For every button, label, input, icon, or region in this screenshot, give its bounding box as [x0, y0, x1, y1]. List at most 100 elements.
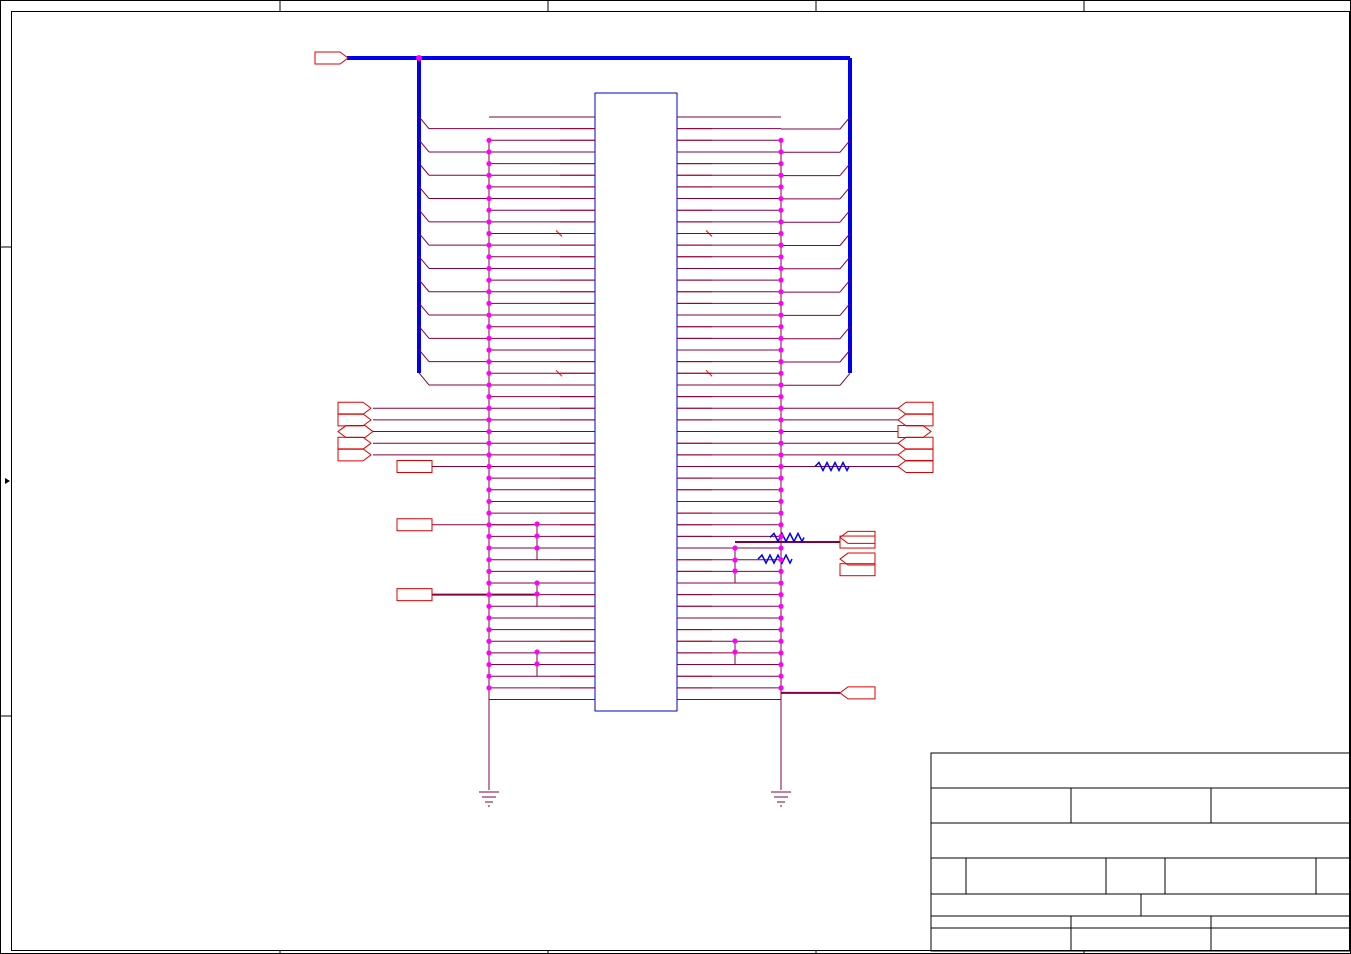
- junction-left: [486, 627, 492, 633]
- junction-right: [778, 347, 784, 353]
- left-input-port: [337, 401, 372, 415]
- resistor-r3: [757, 553, 793, 565]
- junction-right: [778, 394, 784, 400]
- bus-input-port: [314, 51, 349, 65]
- junction-left: [486, 277, 492, 283]
- junction-left: [486, 335, 492, 341]
- junction-left: [486, 661, 492, 668]
- junction-right: [778, 184, 784, 190]
- junction-strap: [534, 545, 540, 551]
- left-bidir-port: [337, 425, 374, 439]
- junction-left: [486, 324, 492, 330]
- junction-right: [778, 137, 784, 143]
- junction-left: [486, 522, 492, 528]
- junction-right: [778, 440, 784, 446]
- junction-left: [486, 230, 492, 237]
- junction-left: [486, 428, 492, 435]
- schematic-canvas: [0, 0, 1351, 954]
- ground-symbols: [479, 791, 791, 807]
- outer-border: [0, 0, 1351, 954]
- junction-right: [778, 289, 784, 295]
- left-box-port: [396, 518, 433, 532]
- junction-right: [778, 603, 784, 609]
- junction-left: [486, 382, 492, 388]
- junction-left: [486, 498, 492, 505]
- junction-left: [486, 685, 492, 691]
- junction-left: [486, 557, 492, 563]
- junction-right: [778, 522, 784, 528]
- junction-left: [486, 370, 492, 376]
- junction-strap: [732, 568, 738, 574]
- right-input-port: [839, 530, 876, 544]
- connector-body: [594, 92, 678, 712]
- junction-right: [778, 661, 784, 668]
- right-input-port: [839, 686, 876, 700]
- junction-right: [778, 254, 784, 260]
- bus-entry-left: [418, 372, 430, 386]
- junction-left: [486, 265, 492, 272]
- junction-right: [778, 161, 784, 167]
- junction-left: [486, 137, 492, 143]
- left-box-port: [396, 588, 433, 602]
- bus-junction: [416, 55, 422, 61]
- junction-strap: [534, 649, 540, 655]
- junction-left: [486, 603, 492, 609]
- junction-right: [778, 533, 784, 540]
- bus-entry-right: [839, 372, 851, 386]
- net-wires: [373, 116, 898, 790]
- junction-left: [486, 463, 492, 470]
- junction-right: [778, 498, 784, 505]
- junction-left: [486, 172, 492, 178]
- junction-right: [778, 149, 784, 155]
- junction-strap: [534, 591, 540, 597]
- junction-left: [486, 452, 492, 458]
- junction-strap: [534, 661, 540, 667]
- title-block-frame: [930, 752, 1351, 952]
- junction-left: [486, 394, 492, 400]
- junction-right: [778, 650, 784, 656]
- right-output-port: [897, 425, 932, 439]
- junction-strap: [534, 521, 540, 527]
- left-input-port: [337, 436, 372, 450]
- junction-left: [486, 510, 492, 516]
- junction-left: [486, 161, 492, 167]
- junction-left: [486, 149, 492, 155]
- junction-right: [778, 615, 784, 621]
- junction-right: [778, 265, 784, 272]
- junction-right: [778, 545, 784, 551]
- junction-left: [486, 359, 492, 365]
- junction-right: [778, 172, 784, 178]
- junction-left: [486, 475, 492, 481]
- junction-strap: [732, 649, 738, 655]
- junction-left: [486, 289, 492, 295]
- junction-left: [486, 440, 492, 446]
- junction-left: [486, 219, 492, 225]
- junction-right: [778, 300, 784, 306]
- junction-left: [486, 580, 492, 586]
- junction-left: [486, 207, 492, 213]
- junction-right: [778, 207, 784, 213]
- junction-strap: [534, 533, 540, 539]
- junction-right: [778, 475, 784, 481]
- junction-right: [778, 568, 784, 574]
- junction-right: [778, 335, 784, 341]
- junction-left: [486, 673, 492, 679]
- junction-right: [778, 510, 784, 516]
- junction-right: [778, 382, 784, 388]
- junction-left: [486, 545, 492, 551]
- center-mark-arrow: [5, 478, 10, 484]
- left-input-port: [337, 413, 372, 427]
- junction-right: [778, 463, 784, 470]
- junction-right: [778, 685, 784, 691]
- right-input-port: [897, 460, 934, 473]
- right-input-port: [897, 413, 934, 427]
- junction-right: [778, 370, 784, 376]
- right-box-port: [839, 535, 876, 549]
- junction-left: [486, 533, 492, 540]
- junction-right: [778, 277, 784, 283]
- junction-right: [778, 452, 784, 458]
- junction-left: [486, 242, 492, 248]
- right-input-port: [897, 436, 934, 450]
- junction-right: [778, 487, 784, 493]
- junction-left: [486, 312, 492, 318]
